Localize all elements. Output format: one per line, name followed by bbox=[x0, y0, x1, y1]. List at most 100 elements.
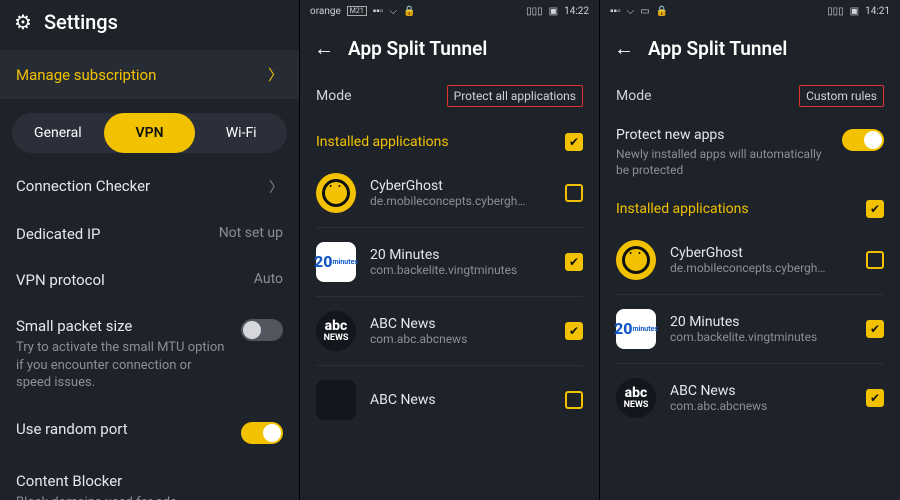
small-packet-label: Small packet size bbox=[16, 317, 226, 335]
status-bar: orange M21 ▪▪▫ ⌵ 🔒 ▯▯▯ ▣ 14:22 bbox=[300, 0, 599, 22]
protect-new-apps-row: Protect new apps Newly installed apps wi… bbox=[600, 117, 900, 184]
app-row[interactable]: CyberGhost de.mobileconcepts.cybergh… bbox=[316, 159, 583, 228]
app-name: 20 Minutes bbox=[670, 314, 852, 330]
app-row[interactable]: CyberGhost de.mobileconcepts.cybergh… bbox=[616, 226, 884, 295]
app-name: ABC News bbox=[670, 383, 852, 399]
carrier-label: orange bbox=[310, 6, 341, 17]
chevron-right-icon: 〉 bbox=[269, 177, 283, 197]
app-icon bbox=[316, 380, 356, 420]
back-icon[interactable]: ← bbox=[614, 36, 634, 61]
back-icon[interactable]: ← bbox=[314, 36, 334, 61]
random-port-label: Use random port bbox=[16, 420, 128, 438]
small-packet-toggle[interactable] bbox=[241, 319, 283, 341]
signal-icon: ▪▪▫ bbox=[610, 6, 621, 17]
20minutes-icon: 20minutes bbox=[616, 309, 656, 349]
vpn-settings-list: Connection Checker 〉 Dedicated IP Not se… bbox=[0, 163, 299, 500]
wifi-icon: ⌵ bbox=[627, 6, 635, 17]
20minutes-icon: 20minutes bbox=[316, 242, 356, 282]
connection-checker-label: Connection Checker bbox=[16, 177, 150, 195]
select-all-checkbox[interactable] bbox=[565, 133, 583, 151]
mode-label: Mode bbox=[616, 88, 652, 104]
app-row[interactable]: 20minutes 20 Minutes com.backelite.vingt… bbox=[316, 228, 583, 297]
lte-icon: M21 bbox=[347, 6, 367, 16]
lock-icon: 🔒 bbox=[656, 6, 668, 17]
app-checkbox[interactable] bbox=[565, 322, 583, 340]
protect-new-apps-desc: Newly installed apps will automatically … bbox=[616, 146, 826, 178]
tab-general[interactable]: General bbox=[12, 113, 104, 153]
protect-new-apps-label: Protect new apps bbox=[616, 127, 826, 143]
content-blocker-row: Content Blocker Block domains used for a… bbox=[16, 458, 283, 500]
gear-icon: ⚙ bbox=[14, 10, 32, 34]
app-package: de.mobileconcepts.cybergh… bbox=[370, 194, 540, 208]
vibrate-icon: ▯▯▯ bbox=[827, 6, 844, 17]
dedicated-ip-row[interactable]: Dedicated IP Not set up bbox=[16, 211, 283, 257]
app-name: CyberGhost bbox=[670, 245, 852, 261]
mode-row[interactable]: Mode Protect all applications bbox=[300, 71, 599, 117]
battery-icon: ▣ bbox=[850, 6, 859, 17]
app-name: ABC News bbox=[370, 316, 551, 332]
random-port-toggle[interactable] bbox=[241, 422, 283, 444]
app-checkbox[interactable] bbox=[565, 391, 583, 409]
split-tunnel-pane-protect-all: orange M21 ▪▪▫ ⌵ 🔒 ▯▯▯ ▣ 14:22 ← App Spl… bbox=[300, 0, 600, 500]
lock-icon: 🔒 bbox=[403, 6, 415, 17]
cast-icon: ▭ bbox=[640, 6, 649, 17]
app-row[interactable]: ABC News bbox=[316, 366, 583, 434]
app-package: de.mobileconcepts.cybergh… bbox=[670, 261, 840, 275]
manage-subscription-label: Manage subscription bbox=[16, 66, 156, 84]
installed-apps-label: Installed applications bbox=[616, 201, 749, 217]
vpn-protocol-row[interactable]: VPN protocol Auto bbox=[16, 257, 283, 303]
cyberghost-icon bbox=[616, 240, 656, 280]
wifi-icon: ⌵ bbox=[389, 6, 397, 17]
app-checkbox[interactable] bbox=[565, 253, 583, 271]
clock-label: 14:21 bbox=[865, 6, 890, 17]
battery-icon: ▣ bbox=[549, 6, 558, 17]
vpn-protocol-value: Auto bbox=[254, 271, 283, 287]
content-blocker-label: Content Blocker bbox=[16, 472, 179, 490]
installed-apps-label: Installed applications bbox=[316, 134, 449, 150]
mode-value: Custom rules bbox=[799, 85, 884, 107]
content-blocker-desc: Block domains used for ads, bbox=[16, 494, 179, 500]
page-title: App Split Tunnel bbox=[348, 37, 487, 60]
app-name: 20 Minutes bbox=[370, 247, 551, 263]
abc-news-icon: abcNEWS bbox=[316, 311, 356, 351]
signal-icon: ▪▪▫ bbox=[373, 6, 384, 17]
abc-news-icon: abcNEWS bbox=[616, 378, 656, 418]
app-row[interactable]: 20minutes 20 Minutes com.backelite.vingt… bbox=[616, 295, 884, 364]
app-row[interactable]: abcNEWS ABC News com.abc.abcnews bbox=[616, 364, 884, 432]
status-bar: ▪▪▫ ⌵ ▭ 🔒 ▯▯▯ ▣ 14:21 bbox=[600, 0, 900, 22]
app-checkbox[interactable] bbox=[866, 251, 884, 269]
app-row[interactable]: abcNEWS ABC News com.abc.abcnews bbox=[316, 297, 583, 366]
tab-wifi[interactable]: Wi-Fi bbox=[195, 113, 287, 153]
app-list: CyberGhost de.mobileconcepts.cybergh… 20… bbox=[600, 226, 900, 432]
select-all-checkbox[interactable] bbox=[866, 200, 884, 218]
mode-value: Protect all applications bbox=[447, 85, 583, 107]
protect-new-apps-toggle[interactable] bbox=[842, 129, 884, 151]
clock-label: 14:22 bbox=[564, 6, 589, 17]
app-bar: ← App Split Tunnel bbox=[300, 22, 599, 71]
installed-apps-header: Installed applications bbox=[600, 184, 900, 226]
app-package: com.backelite.vingtminutes bbox=[370, 263, 540, 277]
app-checkbox[interactable] bbox=[565, 184, 583, 202]
app-package: com.abc.abcnews bbox=[370, 332, 540, 346]
mode-row[interactable]: Mode Custom rules bbox=[600, 71, 900, 117]
dedicated-ip-value: Not set up bbox=[219, 225, 283, 241]
app-package: com.backelite.vingtminutes bbox=[670, 330, 840, 344]
manage-subscription-row[interactable]: Manage subscription 〉 bbox=[0, 50, 299, 99]
tab-vpn[interactable]: VPN bbox=[104, 113, 196, 153]
app-list: CyberGhost de.mobileconcepts.cybergh… 20… bbox=[300, 159, 599, 434]
installed-apps-header: Installed applications bbox=[300, 117, 599, 159]
app-package: com.abc.abcnews bbox=[670, 399, 840, 413]
cyberghost-icon bbox=[316, 173, 356, 213]
app-name: ABC News bbox=[370, 392, 551, 408]
app-bar: ← App Split Tunnel bbox=[600, 22, 900, 71]
page-title: App Split Tunnel bbox=[648, 37, 787, 60]
connection-checker-row[interactable]: Connection Checker 〉 bbox=[16, 163, 283, 211]
app-checkbox[interactable] bbox=[866, 320, 884, 338]
app-checkbox[interactable] bbox=[866, 389, 884, 407]
settings-header: ⚙ Settings bbox=[0, 0, 299, 44]
small-packet-row: Small packet size Try to activate the sm… bbox=[16, 303, 283, 406]
small-packet-desc: Try to activate the small MTU option if … bbox=[16, 339, 226, 392]
chevron-right-icon: 〉 bbox=[268, 64, 283, 85]
app-name: CyberGhost bbox=[370, 178, 551, 194]
settings-pane: ⚙ Settings Manage subscription 〉 General… bbox=[0, 0, 300, 500]
